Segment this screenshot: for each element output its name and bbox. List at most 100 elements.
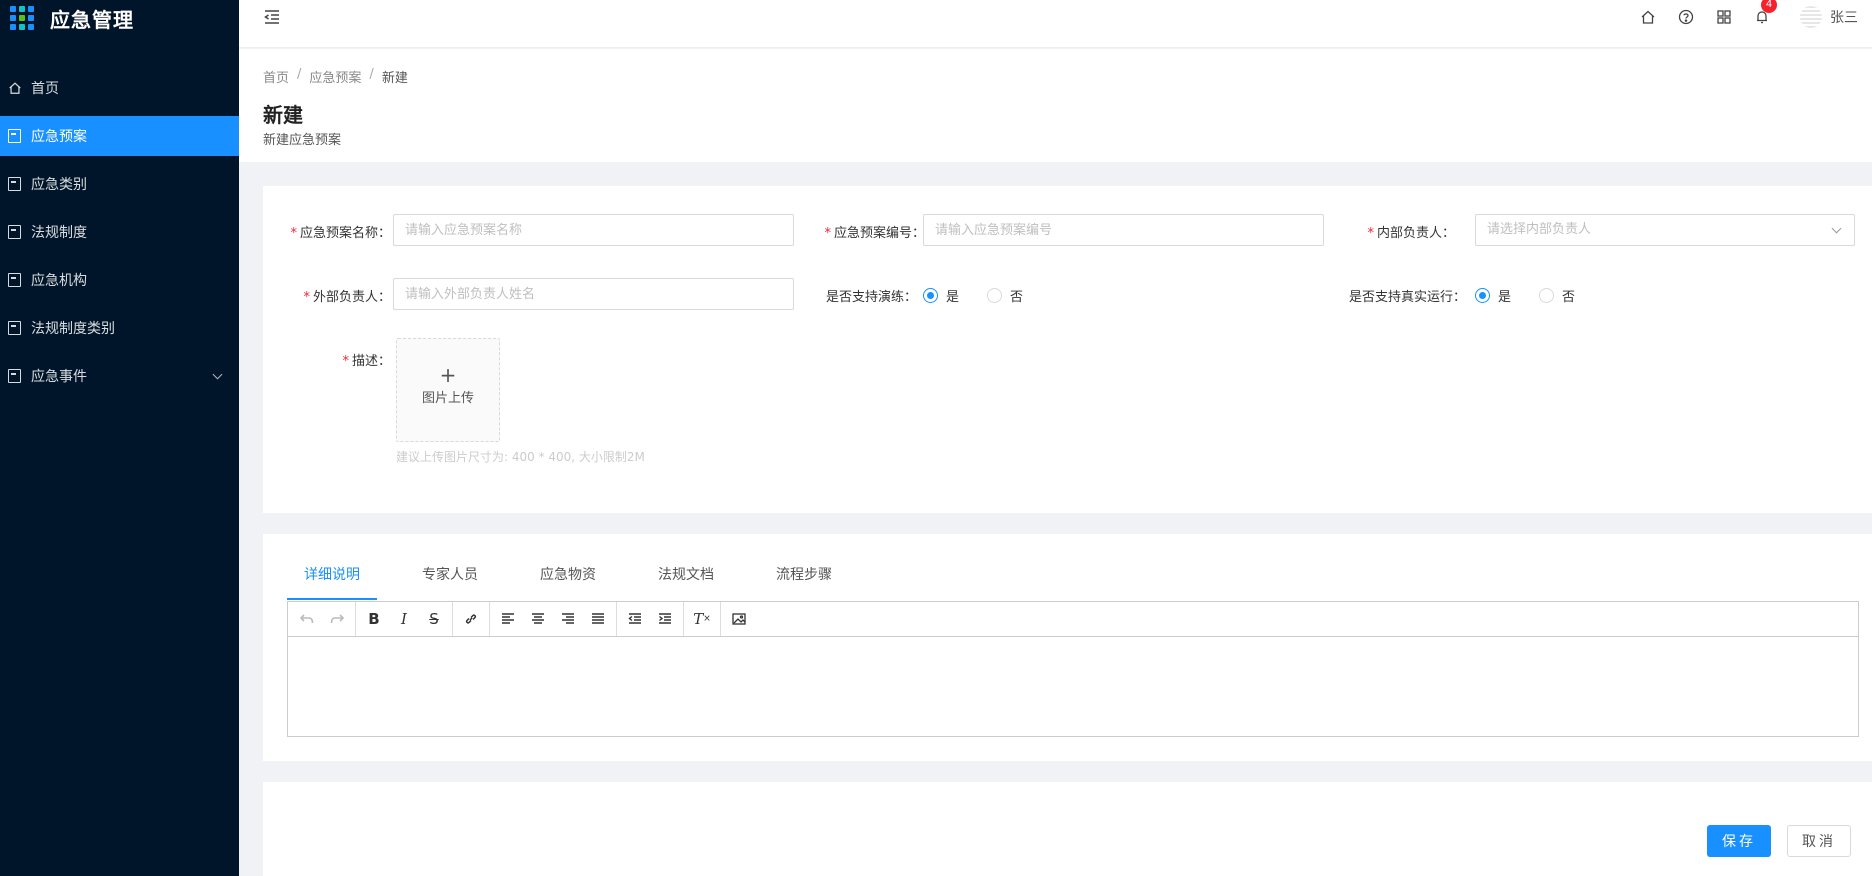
plus-icon: + bbox=[439, 363, 457, 387]
support-drill-no-label[interactable]: 否 bbox=[1010, 286, 1023, 305]
toolbar-divider bbox=[355, 602, 356, 636]
sidebar-item-emergency-plan[interactable]: 应急预案 bbox=[0, 116, 239, 156]
breadcrumb-separator: / bbox=[297, 67, 302, 82]
toolbar-divider bbox=[616, 602, 617, 636]
chevron-down-icon bbox=[1831, 223, 1842, 234]
support-real-run-no-radio[interactable] bbox=[1539, 288, 1555, 303]
sidebar-item-label: 首页 bbox=[31, 81, 59, 97]
support-drill-yes-label[interactable]: 是 bbox=[946, 286, 959, 305]
outdent-icon[interactable] bbox=[620, 606, 650, 632]
toolbar-divider bbox=[720, 602, 721, 636]
sidebar-item-emergency-event[interactable]: 应急事件 bbox=[0, 356, 239, 396]
notification-badge: 4 bbox=[1761, 0, 1777, 13]
support-drill-yes-radio[interactable] bbox=[923, 288, 938, 303]
support-real-run-radio-group: 是 否 bbox=[1475, 286, 1603, 305]
plan-name-label: * 应急预案名称： bbox=[290, 226, 391, 241]
toolbar-divider bbox=[489, 602, 490, 636]
apps-grid-icon bbox=[10, 6, 34, 30]
breadcrumb-item-home[interactable]: 首页 bbox=[263, 67, 289, 86]
internal-owner-select[interactable]: 请选择内部负责人 bbox=[1475, 214, 1855, 246]
breadcrumb-item-current: 新建 bbox=[381, 71, 408, 86]
support-real-run-label: 是否支持真实运行： bbox=[1349, 290, 1467, 305]
sidebar-item-emergency-category[interactable]: 应急类别 bbox=[0, 164, 239, 204]
breadcrumb-item-plan[interactable]: 应急预案 bbox=[309, 67, 361, 86]
internal-owner-placeholder: 请选择内部负责人 bbox=[1487, 222, 1592, 237]
cancel-button[interactable]: 取消 bbox=[1787, 825, 1851, 857]
document-icon bbox=[8, 225, 21, 239]
align-center-icon[interactable] bbox=[523, 606, 553, 632]
sidebar-item-label: 应急类别 bbox=[31, 177, 87, 193]
toolbar-divider bbox=[683, 602, 684, 636]
plan-code-input[interactable] bbox=[923, 214, 1324, 246]
sidebar-menu: 首页 应急预案 应急类别 法规制度 应急机构 法规制度类别 应急事件 bbox=[0, 68, 239, 404]
sidebar-item-label: 应急预案 bbox=[31, 129, 87, 145]
help-icon[interactable] bbox=[1678, 9, 1694, 25]
app-title: 应急管理 bbox=[50, 7, 134, 32]
page-title: 新建 bbox=[263, 103, 303, 127]
upload-hint: 建议上传图片尺寸为: 400 * 400, 大小限制2M bbox=[396, 450, 645, 464]
redo-icon[interactable] bbox=[322, 606, 352, 632]
sidebar-item-label: 法规制度类别 bbox=[31, 321, 115, 337]
support-drill-no-radio[interactable] bbox=[987, 288, 1003, 303]
save-button[interactable]: 保存 bbox=[1707, 825, 1771, 857]
bold-icon[interactable]: B bbox=[359, 606, 389, 632]
plan-name-input[interactable] bbox=[393, 214, 794, 246]
apps-icon[interactable] bbox=[1716, 9, 1732, 25]
internal-owner-label: * 内部负责人： bbox=[1367, 226, 1455, 241]
italic-icon[interactable]: I bbox=[389, 606, 419, 632]
tab-regulation-docs[interactable]: 法规文档 bbox=[641, 564, 731, 600]
link-icon[interactable] bbox=[456, 606, 486, 632]
sidebar-item-regulations[interactable]: 法规制度 bbox=[0, 212, 239, 252]
tab-experts[interactable]: 专家人员 bbox=[405, 564, 495, 600]
page-subtitle: 新建应急预案 bbox=[263, 133, 342, 148]
toolbar-divider bbox=[452, 602, 453, 636]
tab-materials[interactable]: 应急物资 bbox=[523, 564, 613, 600]
support-drill-radio-group: 是 否 bbox=[923, 286, 1051, 305]
detail-card: 详细说明 专家人员 应急物资 法规文档 流程步骤 B I S T × bbox=[263, 534, 1872, 761]
home-icon bbox=[8, 81, 21, 95]
detail-tabs: 详细说明 专家人员 应急物资 法规文档 流程步骤 bbox=[287, 564, 877, 600]
tab-detail[interactable]: 详细说明 bbox=[287, 564, 377, 600]
bell-icon[interactable]: 4 bbox=[1754, 0, 1777, 25]
sidebar: 应急管理 首页 应急预案 应急类别 法规制度 应急机构 法规制度类别 应急事件 bbox=[0, 0, 239, 876]
sidebar-item-emergency-agency[interactable]: 应急机构 bbox=[0, 260, 239, 300]
menu-fold-icon[interactable] bbox=[263, 8, 281, 26]
support-real-run-yes-radio[interactable] bbox=[1475, 288, 1490, 303]
page-header: 首页 / 应急预案 / 新建 新建 新建应急预案 bbox=[239, 49, 1872, 162]
home-icon[interactable] bbox=[1640, 9, 1656, 25]
document-icon bbox=[8, 273, 21, 287]
avatar[interactable] bbox=[1800, 6, 1822, 28]
support-drill-label: 是否支持演练： bbox=[826, 290, 918, 305]
strikethrough-icon[interactable]: S bbox=[419, 606, 449, 632]
editor-toolbar: B I S T × bbox=[288, 602, 1858, 637]
sidebar-item-regulation-category[interactable]: 法规制度类别 bbox=[0, 308, 239, 348]
align-justify-icon[interactable] bbox=[583, 606, 613, 632]
app-logo[interactable]: 应急管理 bbox=[10, 3, 134, 33]
clear-format-icon[interactable]: T × bbox=[687, 606, 717, 632]
description-label: * 描述： bbox=[342, 354, 391, 369]
indent-icon[interactable] bbox=[650, 606, 680, 632]
support-real-run-yes-label[interactable]: 是 bbox=[1498, 286, 1511, 305]
undo-icon[interactable] bbox=[292, 606, 322, 632]
form-card: *应急预案名称： *应急预案编号： *内部负责人： 请选择内部负责人 *外部负责… bbox=[263, 186, 1872, 513]
rich-text-editor: B I S T × bbox=[287, 601, 1859, 737]
document-icon bbox=[8, 369, 21, 383]
sidebar-item-home[interactable]: 首页 bbox=[0, 68, 239, 108]
align-left-icon[interactable] bbox=[493, 606, 523, 632]
external-owner-label: * 外部负责人： bbox=[303, 290, 391, 305]
username[interactable]: 张三 bbox=[1830, 7, 1858, 27]
support-real-run-no-label[interactable]: 否 bbox=[1562, 286, 1575, 305]
document-icon bbox=[8, 177, 21, 191]
document-icon bbox=[8, 321, 21, 335]
plan-code-label: * 应急预案编号： bbox=[824, 226, 925, 241]
align-right-icon[interactable] bbox=[553, 606, 583, 632]
sidebar-item-label: 应急机构 bbox=[31, 273, 87, 289]
image-icon[interactable] bbox=[724, 606, 754, 632]
image-upload-button[interactable]: + 图片上传 bbox=[396, 338, 500, 442]
action-bar: 保存 取消 bbox=[263, 782, 1872, 876]
external-owner-input[interactable] bbox=[393, 278, 794, 310]
clear-format-glyph: T bbox=[693, 610, 704, 628]
tab-process-steps[interactable]: 流程步骤 bbox=[759, 564, 849, 600]
sidebar-item-label: 应急事件 bbox=[31, 369, 87, 385]
chevron-down-icon bbox=[212, 369, 223, 380]
